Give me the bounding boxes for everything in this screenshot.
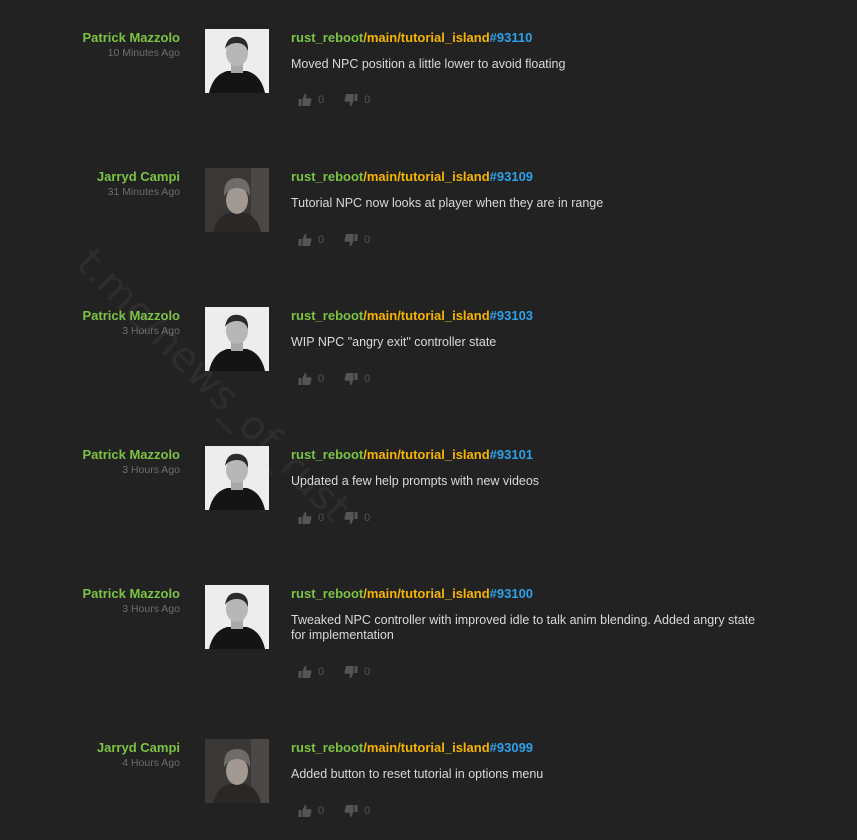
- branch-path: /main/tutorial_island: [363, 169, 490, 184]
- thumbs-up-icon: [298, 372, 312, 385]
- branch-path: /main/tutorial_island: [363, 586, 490, 601]
- repo-name: rust_reboot: [291, 169, 364, 184]
- vote-bar: 0 0: [298, 665, 390, 679]
- thumbs-down-icon: [344, 373, 358, 386]
- timestamp: 3 Hours Ago: [122, 603, 180, 615]
- commit-meta: Jarryd Campi 4 Hours Ago: [10, 740, 180, 770]
- branch-path: /main/tutorial_island: [363, 30, 490, 45]
- dislike-button[interactable]: 0: [344, 372, 370, 386]
- dislike-button[interactable]: 0: [344, 93, 370, 107]
- repo-name: rust_reboot: [291, 308, 364, 323]
- like-button[interactable]: 0: [298, 233, 324, 247]
- like-button[interactable]: 0: [298, 93, 324, 107]
- thumbs-up-icon: [298, 804, 312, 817]
- commit-id: #93103: [489, 308, 534, 323]
- timestamp: 31 Minutes Ago: [107, 186, 180, 198]
- thumbs-down-icon: [344, 512, 358, 525]
- commit-id: #93101: [489, 447, 534, 462]
- vote-bar: 0 0: [298, 372, 390, 386]
- thumbs-down-icon: [344, 94, 358, 107]
- commit-message: Moved NPC position a little lower to avo…: [291, 57, 566, 71]
- commit-branch-link[interactable]: rust_reboot/main/tutorial_island#93103: [291, 308, 533, 324]
- commit-message: Tweaked NPC controller with improved idl…: [291, 613, 756, 642]
- dislike-count: 0: [364, 666, 371, 678]
- branch-path: /main/tutorial_island: [363, 740, 490, 755]
- dislike-count: 0: [364, 94, 371, 106]
- commit-id: #93100: [489, 586, 534, 601]
- commit-feed: Patrick Mazzolo 10 Minutes Ago rust_rebo…: [0, 0, 857, 840]
- like-button[interactable]: 0: [298, 804, 324, 818]
- dislike-count: 0: [364, 373, 371, 385]
- dislike-count: 0: [364, 512, 371, 524]
- thumbs-up-icon: [298, 665, 312, 678]
- dislike-button[interactable]: 0: [344, 804, 370, 818]
- commit-branch-link[interactable]: rust_reboot/main/tutorial_island#93099: [291, 740, 533, 756]
- thumbs-down-icon: [344, 234, 358, 247]
- commit-message: Tutorial NPC now looks at player when th…: [291, 196, 604, 210]
- thumbs-up-icon: [298, 233, 312, 246]
- thumbs-up-icon: [298, 93, 312, 106]
- commit-entry: Patrick Mazzolo 3 Hours Ago rust_reboot/…: [0, 556, 857, 679]
- commit-branch-link[interactable]: rust_reboot/main/tutorial_island#93110: [291, 30, 532, 46]
- commit-meta: Patrick Mazzolo 10 Minutes Ago: [10, 30, 180, 60]
- commit-branch-link[interactable]: rust_reboot/main/tutorial_island#93109: [291, 169, 533, 185]
- thumbs-down-icon: [344, 805, 358, 818]
- like-count: 0: [318, 234, 325, 246]
- author-link[interactable]: Jarryd Campi: [10, 740, 180, 756]
- commit-meta: Jarryd Campi 31 Minutes Ago: [10, 169, 180, 199]
- commit-branch-link[interactable]: rust_reboot/main/tutorial_island#93101: [291, 447, 533, 463]
- dislike-button[interactable]: 0: [344, 511, 370, 525]
- author-link[interactable]: Patrick Mazzolo: [10, 447, 180, 463]
- author-link[interactable]: Jarryd Campi: [10, 169, 180, 185]
- author-link[interactable]: Patrick Mazzolo: [10, 30, 180, 46]
- commit-message: WIP NPC "angry exit" controller state: [291, 335, 497, 349]
- author-link[interactable]: Patrick Mazzolo: [10, 586, 180, 602]
- repo-name: rust_reboot: [291, 30, 364, 45]
- patrick-avatar-icon[interactable]: [205, 585, 269, 649]
- commit-message: Added button to reset tutorial in option…: [291, 767, 544, 781]
- commit-entry: Patrick Mazzolo 3 Hours Ago rust_reboot/…: [0, 417, 857, 537]
- jarryd-avatar-icon[interactable]: [205, 168, 269, 232]
- branch-path: /main/tutorial_island: [363, 447, 490, 462]
- jarryd-avatar-icon[interactable]: [205, 739, 269, 803]
- like-count: 0: [318, 373, 325, 385]
- commit-id: #93099: [489, 740, 534, 755]
- vote-bar: 0 0: [298, 233, 390, 247]
- timestamp: 3 Hours Ago: [122, 464, 180, 476]
- like-count: 0: [318, 94, 325, 106]
- timestamp: 10 Minutes Ago: [107, 47, 180, 59]
- commit-entry: Jarryd Campi 4 Hours Ago rust_reboot/mai…: [0, 710, 857, 830]
- commit-id: #93110: [489, 30, 533, 45]
- like-count: 0: [318, 805, 325, 817]
- dislike-button[interactable]: 0: [344, 665, 370, 679]
- repo-name: rust_reboot: [291, 740, 364, 755]
- commit-entry: Jarryd Campi 31 Minutes Ago rust_reboot/…: [0, 139, 857, 259]
- vote-bar: 0 0: [298, 804, 390, 818]
- vote-bar: 0 0: [298, 93, 390, 107]
- dislike-count: 0: [364, 234, 371, 246]
- patrick-avatar-icon[interactable]: [205, 29, 269, 93]
- like-count: 0: [318, 666, 325, 678]
- commit-entry: Patrick Mazzolo 10 Minutes Ago rust_rebo…: [0, 0, 857, 120]
- repo-name: rust_reboot: [291, 586, 364, 601]
- commit-meta: Patrick Mazzolo 3 Hours Ago: [10, 586, 180, 616]
- dislike-count: 0: [364, 805, 371, 817]
- dislike-button[interactable]: 0: [344, 233, 370, 247]
- like-button[interactable]: 0: [298, 665, 324, 679]
- commit-message: Updated a few help prompts with new vide…: [291, 474, 540, 488]
- commit-branch-link[interactable]: rust_reboot/main/tutorial_island#93100: [291, 586, 533, 602]
- like-button[interactable]: 0: [298, 372, 324, 386]
- thumbs-down-icon: [344, 666, 358, 679]
- commit-meta: Patrick Mazzolo 3 Hours Ago: [10, 447, 180, 477]
- commit-id: #93109: [489, 169, 534, 184]
- timestamp: 4 Hours Ago: [122, 757, 180, 769]
- branch-path: /main/tutorial_island: [363, 308, 490, 323]
